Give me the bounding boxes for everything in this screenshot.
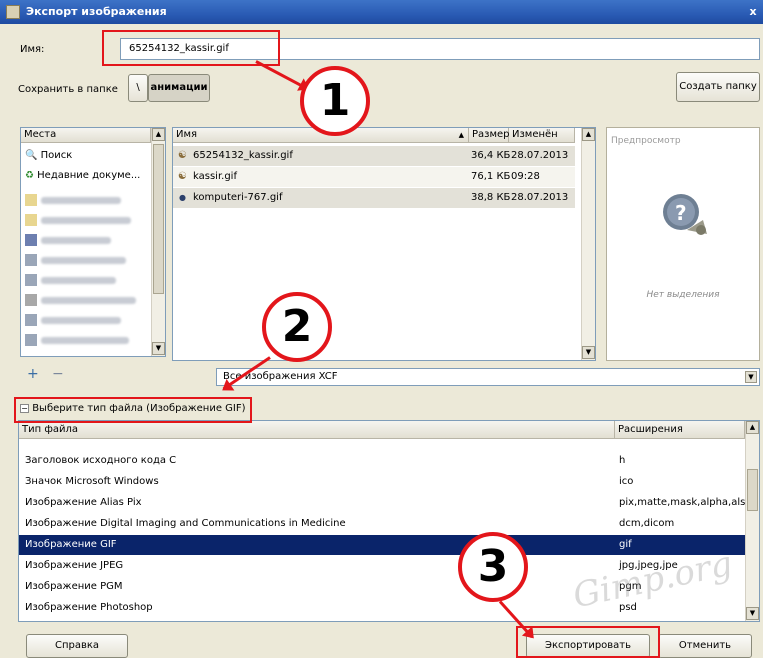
filetype-row[interactable]: Значок Microsoft Windows ico [19,472,745,492]
step-badge-2: 2 [262,292,332,362]
drive-icon [25,234,37,246]
gif-file-icon: ● [179,193,186,202]
step-badge-1: 1 [300,66,370,136]
scroll-down-icon[interactable]: ▼ [746,607,759,620]
blurred-place [41,297,136,304]
drive-icon [25,254,37,266]
file-row[interactable]: ☯ kassir.gif 76,1 КБ 09:28 [173,167,575,187]
save-in-folder-label: Сохранить в папке [18,84,118,95]
filetype-row[interactable]: Заголовок исходного кода С h [19,451,745,471]
files-col-modified[interactable]: Изменён [509,128,575,143]
preview-empty-text: Нет выделения [646,290,720,300]
highlight-file-type [14,397,252,423]
files-scrollbar[interactable]: ▲ ▼ [581,128,595,360]
gif-file-icon: ☯ [178,150,187,161]
filetype-col-type[interactable]: Тип файла [19,421,615,439]
name-label: Имя: [20,44,45,55]
drive-icon [25,334,37,346]
close-icon[interactable]: x [745,3,761,21]
drive-icon [25,314,37,326]
filetype-row[interactable]: Изображение Alias Pix pix,matte,mask,alp… [19,493,745,513]
scroll-down-icon[interactable]: ▼ [152,342,165,355]
scroll-thumb[interactable] [153,144,164,294]
path-root-button[interactable]: \ [128,74,148,102]
blurred-place [41,237,111,244]
drive-icon [25,294,37,306]
search-icon: 🔍 [25,150,38,161]
highlight-filename [102,30,280,66]
window-title: Экспорт изображения [26,5,167,18]
filetype-col-ext[interactable]: Расширения [615,421,745,439]
drive-icon [25,274,37,286]
chevron-down-icon[interactable]: ▼ [745,371,757,383]
add-bookmark-button[interactable]: + [27,366,39,382]
path-current-button[interactable]: анимации [148,74,210,102]
file-filter-select[interactable]: Все изображения XCF ▼ [216,368,760,386]
places-scrollbar[interactable]: ▲ ▼ [151,128,165,356]
blurred-place [41,257,126,264]
folder-icon [25,214,37,226]
remove-bookmark-button[interactable]: − [52,366,64,382]
step-badge-3: 3 [458,532,528,602]
blurred-place [41,197,121,204]
folder-icon [25,194,37,206]
places-panel: Места 🔍 Поиск ♻ Недавние докуме... ▲ ▼ [20,127,166,357]
file-row[interactable]: ☯ 65254132_kassir.gif 36,4 КБ 28.07.2013 [173,146,575,166]
scroll-down-icon[interactable]: ▼ [582,346,595,359]
filetype-row[interactable]: Изображение Digital Imaging and Communic… [19,514,745,534]
places-header[interactable]: Места [21,128,151,143]
blurred-place [41,217,131,224]
blurred-place [41,317,121,324]
blurred-place [41,337,129,344]
preview-panel: Предпросмотр ? Нет выделения [606,127,760,361]
title-bar: Экспорт изображения x [0,0,763,24]
sort-asc-icon: ▲ [458,131,464,139]
scroll-up-icon[interactable]: ▲ [746,421,759,434]
highlight-export [516,626,660,658]
scroll-thumb[interactable] [747,469,758,511]
places-item-recent[interactable]: ♻ Недавние докуме... [25,166,151,186]
files-col-size[interactable]: Размер [469,128,510,143]
svg-text:?: ? [675,201,687,225]
cancel-button[interactable]: Отменить [658,634,752,658]
arrow-one [255,60,308,91]
app-icon [6,5,20,19]
preview-header: Предпросмотр [611,136,681,146]
file-row[interactable]: ● komputeri-767.gif 38,8 КБ 28.07.2013 [173,188,575,208]
filetype-scrollbar[interactable]: ▲ ▼ [745,421,759,621]
gimp-question-icon: ? [663,194,707,235]
blurred-place [41,277,116,284]
files-panel: Имя ▲ Размер Изменён ☯ 65254132_kassir.g… [172,127,596,361]
scroll-up-icon[interactable]: ▲ [152,128,165,141]
gif-file-icon: ☯ [178,171,187,182]
create-folder-button[interactable]: Создать папку [676,72,760,102]
places-item-search[interactable]: 🔍 Поиск [25,146,151,166]
recent-icon: ♻ [25,170,34,181]
help-button[interactable]: Справка [26,634,128,658]
filetype-row-selected[interactable]: Изображение GIF gif [19,535,745,555]
scroll-up-icon[interactable]: ▲ [582,128,595,141]
